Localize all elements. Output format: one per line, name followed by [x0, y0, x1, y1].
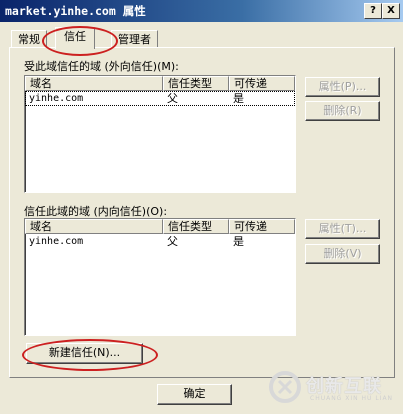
outgoing-remove-button[interactable]: 删除(R) — [305, 101, 380, 121]
row-transitive: 是 — [233, 92, 244, 105]
title-bar[interactable]: market.yinhe.com 属性 ? X — [0, 0, 403, 22]
column-transitive[interactable]: 可传递 — [229, 219, 295, 234]
incoming-trusts-label: 信任此域的域 (内向信任)(O): — [24, 205, 168, 218]
row-transitive: 是 — [233, 235, 244, 248]
close-button[interactable]: X — [382, 3, 400, 19]
row-trust-type: 父 — [167, 235, 178, 248]
column-domain-name[interactable]: 域名 — [25, 76, 163, 91]
window-title: market.yinhe.com 属性 — [5, 4, 146, 18]
row-domain-name: yinhe.com — [29, 236, 84, 247]
new-trust-button[interactable]: 新建信任(N)... — [26, 343, 143, 364]
outgoing-properties-button[interactable]: 属性(P)... — [305, 77, 380, 97]
table-row[interactable]: yinhe.com 父 是 — [25, 234, 295, 249]
incoming-remove-button[interactable]: 删除(V) — [305, 244, 380, 264]
help-button[interactable]: ? — [364, 3, 382, 19]
watermark-logo-icon — [269, 371, 301, 403]
properties-dialog: market.yinhe.com 属性 ? X 常规 信任 管理者 受此域信任的… — [0, 0, 403, 414]
watermark-subtext: CHUANG XIN HU LIAN — [310, 395, 394, 402]
outgoing-trusts-list[interactable]: 域名 信任类型 可传递 yinhe.com 父 是 — [24, 75, 296, 193]
list-header: 域名 信任类型 可传递 — [25, 76, 295, 91]
column-domain-name[interactable]: 域名 — [25, 219, 163, 234]
row-domain-name: yinhe.com — [29, 93, 84, 104]
column-transitive[interactable]: 可传递 — [229, 76, 295, 91]
incoming-properties-button[interactable]: 属性(T)... — [305, 219, 380, 239]
tab-trust[interactable]: 信任 — [55, 27, 95, 49]
row-trust-type: 父 — [167, 92, 178, 105]
tab-general[interactable]: 常规 — [11, 30, 47, 48]
table-row[interactable]: yinhe.com 父 是 — [25, 91, 295, 106]
outgoing-trusts-label: 受此域信任的域 (外向信任)(M): — [24, 60, 179, 73]
list-header: 域名 信任类型 可传递 — [25, 219, 295, 234]
ok-button[interactable]: 确定 — [157, 384, 232, 405]
column-trust-type[interactable]: 信任类型 — [163, 76, 229, 91]
column-trust-type[interactable]: 信任类型 — [163, 219, 229, 234]
watermark: 创新互联 CHUANG XIN HU LIAN — [258, 364, 403, 414]
tab-managed-by[interactable]: 管理者 — [111, 30, 158, 48]
incoming-trusts-list[interactable]: 域名 信任类型 可传递 yinhe.com 父 是 — [24, 218, 296, 336]
